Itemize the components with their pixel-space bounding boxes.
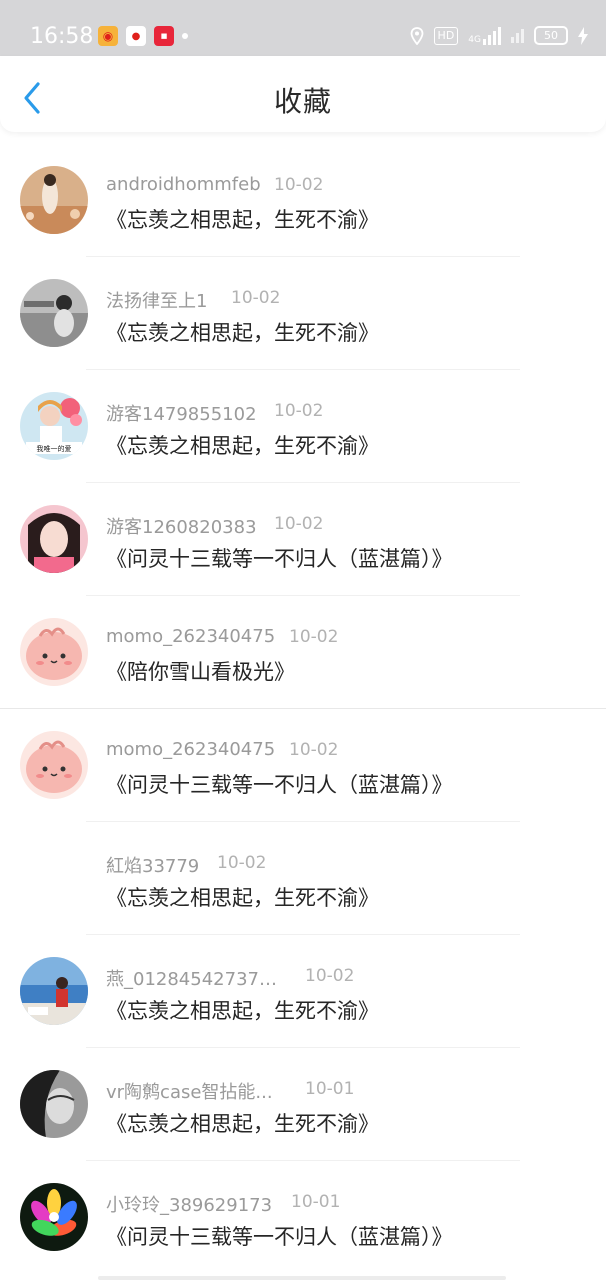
- more-notifications-dot: [182, 33, 188, 39]
- list-item[interactable]: 小玲玲_389629173 10-01 《问灵十三载等一不归人（蓝湛篇）》: [0, 1161, 606, 1274]
- username: androidhommfeb: [106, 174, 261, 195]
- signal-icon: 4G: [468, 26, 501, 45]
- charging-icon: [578, 26, 588, 45]
- list-item[interactable]: momo_262340475 10-02 《陪你雪山看极光》: [0, 596, 606, 709]
- username: 游客1260820383: [106, 517, 257, 538]
- work-title: 《忘羡之相思起，生死不渝》: [106, 1112, 379, 1136]
- username: momo_262340475: [106, 739, 276, 760]
- avatar: 我唯一的爱: [20, 392, 88, 460]
- username: 游客1479855102: [106, 404, 257, 425]
- system-icons: HD 4G 50: [410, 26, 588, 45]
- avatar: [20, 1183, 88, 1251]
- avatar-badge-text: 我唯一的爱: [37, 444, 72, 453]
- avatar: [20, 166, 88, 234]
- work-title: 《问灵十三载等一不归人（蓝湛篇）》: [106, 547, 453, 571]
- work-title: 《忘羡之相思起，生死不渝》: [106, 208, 379, 232]
- work-title: 《问灵十三载等一不归人（蓝湛篇）》: [106, 1225, 453, 1249]
- work-title: 《忘羡之相思起，生死不渝》: [106, 321, 379, 345]
- location-icon: [410, 26, 423, 45]
- notification-icons: ◉ ● ■: [98, 26, 188, 46]
- list-item[interactable]: vr陶鹩case智拈能... 10-01 《忘羡之相思起，生死不渝》: [0, 1048, 606, 1161]
- network-type: 4G: [468, 34, 481, 45]
- hd-badge: HD: [433, 26, 459, 45]
- avatar: [20, 279, 88, 347]
- header: 收藏: [0, 56, 606, 132]
- wifi-icon: [511, 28, 524, 43]
- list-item[interactable]: 我唯一的爱 游客1479855102 10-02 《忘羡之相思起，生死不渝》: [0, 370, 606, 483]
- username: 燕_012845427371...: [106, 969, 286, 990]
- battery-indicator: 50: [534, 26, 568, 45]
- favorites-list: androidhommfeb 10-02 《忘羡之相思起，生死不渝》 法扬律至上…: [0, 144, 606, 1274]
- list-item[interactable]: 游客1260820383 10-02 《问灵十三载等一不归人（蓝湛篇）》: [0, 483, 606, 596]
- date: 10-02: [274, 175, 324, 195]
- username: momo_262340475: [106, 626, 276, 647]
- username: vr陶鹩case智拈能...: [106, 1082, 273, 1103]
- date: 10-02: [305, 966, 355, 986]
- date: 10-02: [289, 740, 339, 760]
- username: 紅焰33779: [106, 856, 200, 877]
- list-item[interactable]: 紅焰33779 10-02 《忘羡之相思起，生死不渝》: [0, 822, 606, 935]
- avatar: [20, 731, 88, 799]
- username: 法扬律至上1: [106, 291, 208, 312]
- work-title: 《问灵十三载等一不归人（蓝湛篇）》: [106, 773, 453, 797]
- work-title: 《忘羡之相思起，生死不渝》: [106, 999, 379, 1023]
- date: 10-02: [217, 853, 267, 873]
- date: 10-01: [305, 1079, 355, 1099]
- date: 10-02: [274, 401, 324, 421]
- date: 10-02: [289, 627, 339, 647]
- avatar: [20, 505, 88, 573]
- status-bar: 16:58 ◉ ● ■ HD 4G 50: [0, 0, 606, 56]
- weibo-icon: ◉: [98, 26, 118, 46]
- map-app-icon: ●: [126, 26, 146, 46]
- scroll-indicator: [98, 1276, 506, 1280]
- list-item[interactable]: 燕_012845427371... 10-02 《忘羡之相思起，生死不渝》: [0, 935, 606, 1048]
- work-title: 《陪你雪山看极光》: [106, 660, 295, 684]
- avatar: [20, 1070, 88, 1138]
- page-title: 收藏: [273, 85, 332, 118]
- status-time: 16:58: [30, 24, 94, 49]
- list-item[interactable]: momo_262340475 10-02 《问灵十三载等一不归人（蓝湛篇）》: [0, 709, 606, 822]
- username: 小玲玲_389629173: [106, 1195, 273, 1216]
- list-item[interactable]: androidhommfeb 10-02 《忘羡之相思起，生死不渝》: [0, 144, 606, 257]
- date: 10-02: [274, 514, 324, 534]
- work-title: 《忘羡之相思起，生死不渝》: [106, 886, 379, 910]
- list-item[interactable]: 法扬律至上1 10-02 《忘羡之相思起，生死不渝》: [0, 257, 606, 370]
- shop-app-icon: ■: [154, 26, 174, 46]
- avatar: [20, 957, 88, 1025]
- date: 10-01: [291, 1192, 341, 1212]
- date: 10-02: [231, 288, 281, 308]
- avatar: [20, 618, 88, 686]
- work-title: 《忘羡之相思起，生死不渝》: [106, 434, 379, 458]
